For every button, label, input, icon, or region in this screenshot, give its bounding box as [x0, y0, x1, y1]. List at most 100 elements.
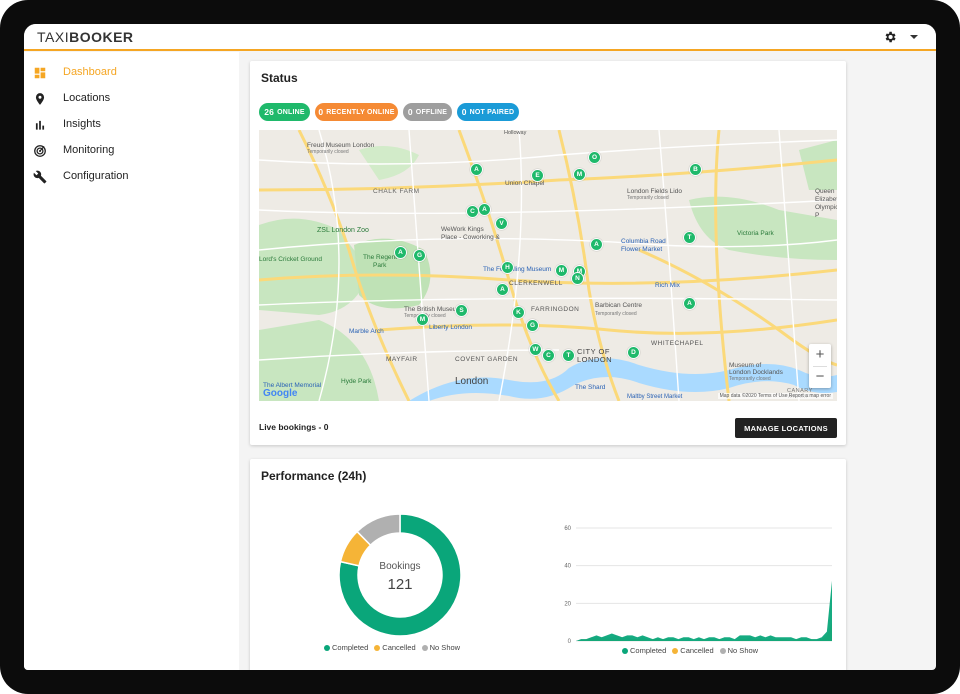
- legend-completed[interactable]: Completed: [324, 643, 368, 652]
- map-marker[interactable]: S: [455, 304, 468, 317]
- map-marker[interactable]: C: [542, 349, 555, 362]
- sidebar-item-dashboard[interactable]: Dashboard: [24, 61, 239, 85]
- map-marker[interactable]: V: [495, 217, 508, 230]
- map-marker[interactable]: M: [573, 168, 586, 181]
- legend-label: Cancelled: [382, 643, 416, 652]
- manage-locations-button[interactable]: MANAGE LOCATIONS: [735, 418, 837, 438]
- wrench-icon: [33, 170, 47, 184]
- map-marker[interactable]: W: [529, 343, 542, 356]
- legend-completed[interactable]: Completed: [622, 646, 666, 655]
- legend-label: No Show: [727, 646, 759, 655]
- pill-label: OFFLINE: [415, 108, 448, 116]
- map-label: London Fields Lido Temporarily closed: [627, 188, 682, 201]
- logo-part-booker: BOOKER: [69, 29, 134, 45]
- map-label: WHITECHAPEL: [651, 340, 704, 347]
- map-attribution[interactable]: Map data ©2020 Terms of Use Report a map…: [717, 393, 833, 399]
- map-label: COVENT GARDEN: [455, 356, 519, 363]
- legend-cancelled[interactable]: Cancelled: [374, 643, 416, 652]
- pill-label: ONLINE: [277, 108, 305, 116]
- map-label: The Foundling Museum: [483, 266, 552, 273]
- map-view[interactable]: Freud Museum London Temporarily closed Ho…: [259, 130, 837, 401]
- map-marker[interactable]: H: [501, 261, 514, 274]
- map-marker[interactable]: T: [683, 231, 696, 244]
- map-marker[interactable]: A: [683, 297, 696, 310]
- live-bookings-text: Live bookings - 0: [259, 422, 329, 432]
- map-label: London: [455, 376, 489, 387]
- app-logo[interactable]: TAXIBOOKER: [37, 29, 134, 45]
- legend-cancelled[interactable]: Cancelled: [672, 646, 714, 655]
- sidebar-item-label: Dashboard: [63, 66, 117, 78]
- sidebar-item-monitoring[interactable]: Monitoring: [24, 139, 239, 163]
- monitoring-icon: [34, 145, 46, 157]
- donut-legend: Completed Cancelled No Show: [324, 643, 460, 652]
- map-label: CLERKENWELL: [509, 280, 563, 287]
- map-label: Maltby Street Market: [627, 394, 683, 400]
- map-marker[interactable]: N: [571, 272, 584, 285]
- map-label: Victoria Park: [737, 230, 774, 237]
- map-marker[interactable]: A: [478, 203, 491, 216]
- y-tick-label: 20: [564, 601, 571, 607]
- legend-label: Completed: [630, 646, 667, 655]
- area-series-completed[interactable]: [576, 580, 832, 641]
- zoom-out-button[interactable]: −: [809, 366, 831, 388]
- map-label: Liberty London: [429, 324, 473, 331]
- status-pill-online[interactable]: 26 ONLINE: [259, 103, 310, 121]
- zoom-in-button[interactable]: +: [809, 344, 831, 366]
- map-marker[interactable]: A: [470, 163, 483, 176]
- chevron-down-icon[interactable]: [910, 35, 918, 39]
- map-marker[interactable]: M: [416, 313, 429, 326]
- status-pill-offline[interactable]: 0 OFFLINE: [403, 103, 452, 121]
- sidebar-item-label: Locations: [63, 92, 111, 104]
- map-marker[interactable]: G: [413, 249, 426, 262]
- map-marker[interactable]: A: [590, 238, 603, 251]
- bar-chart-icon: [35, 120, 45, 130]
- map-marker[interactable]: A: [394, 246, 407, 259]
- map-marker[interactable]: O: [588, 151, 601, 164]
- pill-count: 26: [264, 107, 275, 117]
- legend-dot: [672, 647, 679, 654]
- legend-dot: [324, 644, 330, 651]
- gear-icon[interactable]: [883, 30, 897, 44]
- y-tick-label: 0: [568, 639, 572, 645]
- sidebar-item-insights[interactable]: Insights: [24, 113, 239, 137]
- legend-no-show[interactable]: No Show: [719, 646, 759, 655]
- area-legend: Completed Cancelled No Show: [622, 646, 758, 655]
- map-marker[interactable]: M: [555, 264, 568, 277]
- status-pill-not-paired[interactable]: 0 NOT PAIRED: [457, 103, 519, 121]
- location-pin-icon: [35, 93, 45, 105]
- dashboard-icon: [34, 67, 46, 79]
- map-marker[interactable]: B: [689, 163, 702, 176]
- legend-no-show[interactable]: No Show: [421, 643, 460, 652]
- sidebar-item-locations[interactable]: Locations: [24, 87, 239, 111]
- top-bar: TAXIBOOKER: [24, 24, 936, 51]
- map-label: CITY OF LONDON: [577, 347, 613, 364]
- map-marker[interactable]: D: [627, 346, 640, 359]
- logo-part-taxi: TAXI: [37, 29, 70, 45]
- map-marker[interactable]: E: [531, 169, 544, 182]
- map-label: The British MuseumTemporarily closed: [404, 306, 462, 319]
- sidebar-item-configuration[interactable]: Configuration: [24, 165, 239, 189]
- legend-dot: [622, 647, 628, 654]
- status-pill-recently-online[interactable]: 0 RECENTLY ONLINE: [315, 103, 398, 121]
- map-label: Marble Arch: [349, 328, 384, 335]
- map-label: QueenElizabethOlympic P: [815, 188, 837, 219]
- sidebar-item-label: Configuration: [63, 170, 129, 182]
- map-marker[interactable]: A: [496, 283, 509, 296]
- map-label: Lord's Cricket Ground: [259, 256, 323, 263]
- map-label: WeWork Kings Place - Coworking &: [441, 226, 500, 241]
- map-marker[interactable]: K: [512, 306, 525, 319]
- map-label: Barbican Centre Temporarily closed: [595, 302, 642, 317]
- map-marker[interactable]: G: [526, 319, 539, 332]
- donut-center-label: Bookings: [379, 561, 421, 572]
- map-label: MAYFAIR: [386, 356, 418, 363]
- legend-label: Completed: [332, 643, 369, 652]
- map-label: Rich Mix: [655, 282, 680, 289]
- donut-center-value: 121: [387, 576, 413, 593]
- sidebar: Dashboard Locations Insights Monitoring …: [24, 52, 239, 670]
- map-marker[interactable]: T: [562, 349, 575, 362]
- y-tick-label: 40: [564, 564, 571, 570]
- pill-count: 0: [461, 107, 467, 117]
- map-label: Museum of London Docklands Temporarily clo…: [729, 362, 783, 382]
- map-marker[interactable]: C: [466, 205, 479, 218]
- pill-count: 0: [318, 107, 324, 117]
